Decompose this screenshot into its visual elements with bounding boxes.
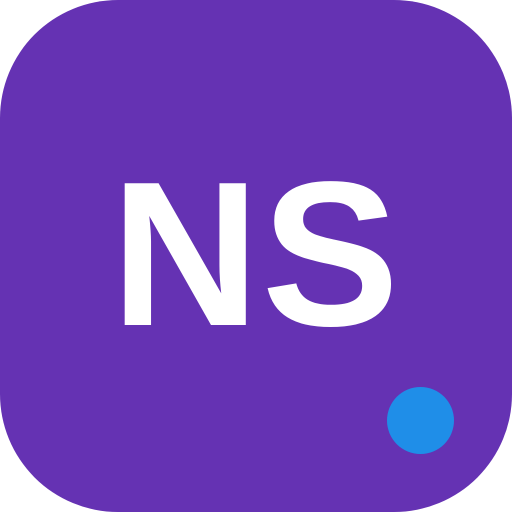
- status-dot-icon: [387, 387, 454, 454]
- app-icon[interactable]: NS: [0, 0, 512, 512]
